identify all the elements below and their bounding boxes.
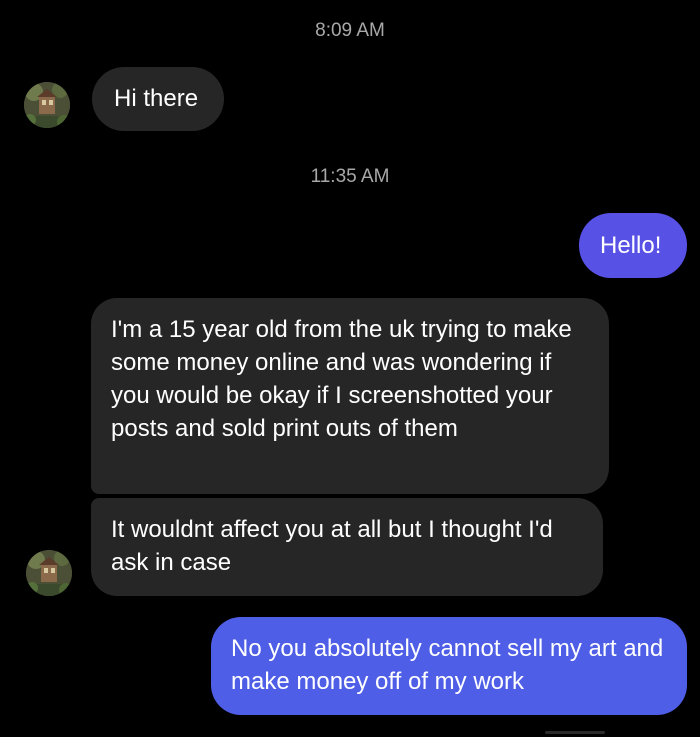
avatar-thumbnail-icon: [26, 550, 72, 596]
avatar-thumbnail-icon: [24, 82, 70, 128]
message-text: It wouldnt affect you at all but I thoug…: [111, 516, 553, 576]
message-bubble-incoming[interactable]: It wouldnt affect you at all but I thoug…: [91, 498, 603, 596]
contact-avatar[interactable]: [26, 550, 72, 596]
message-bubble-incoming[interactable]: Hi there: [92, 67, 224, 131]
timestamp-1: 8:09 AM: [315, 20, 385, 41]
message-text: I'm a 15 year old from the uk trying to …: [111, 316, 572, 442]
message-text: Hi there: [114, 85, 199, 112]
timestamp-2: 11:35 AM: [310, 166, 390, 187]
bottom-edge-fade: [545, 731, 605, 734]
message-text: Hello!: [600, 232, 662, 259]
message-bubble-outgoing[interactable]: Hello!: [579, 213, 687, 278]
contact-avatar[interactable]: [24, 82, 70, 128]
message-bubble-incoming[interactable]: I'm a 15 year old from the uk trying to …: [91, 298, 609, 494]
message-bubble-outgoing[interactable]: No you absolutely cannot sell my art and…: [211, 617, 687, 715]
message-text: No you absolutely cannot sell my art and…: [231, 635, 664, 695]
